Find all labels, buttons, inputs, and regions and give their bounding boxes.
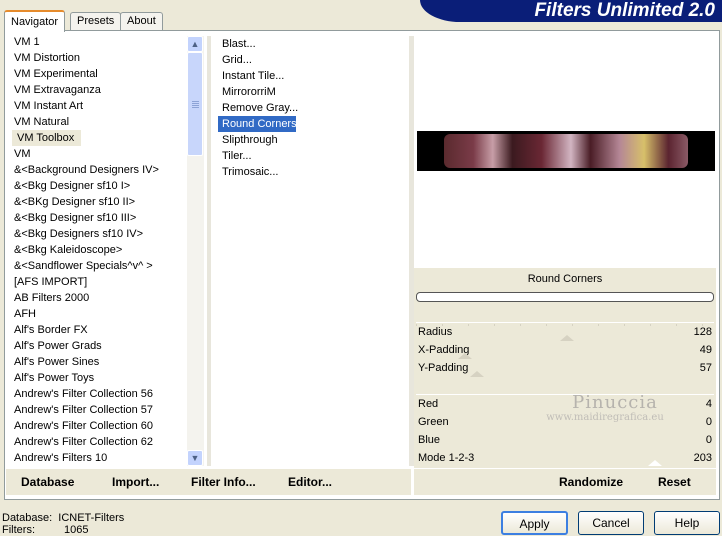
filter-item[interactable]: Grid... [218,52,408,68]
filter-item[interactable]: Instant Tile... [218,68,408,84]
watermark-url: www.maidiregrafica.eu [546,412,664,423]
status-filters: Filters: 1065 [2,524,89,536]
tab-navigator[interactable]: Navigator [4,10,66,32]
category-item[interactable]: VM Experimental [8,66,188,82]
category-item[interactable]: Andrew's Filter Collection 56 [8,386,188,402]
param-blue[interactable]: Blue 0 [416,432,714,448]
category-item[interactable]: VM Extravaganza [8,82,188,98]
radius-slider-knob[interactable] [560,335,574,341]
filter-name-label: Round Corners [527,273,603,285]
category-item[interactable]: VM Toolbox [12,130,81,146]
randomize-button[interactable]: Randomize [559,475,623,489]
cancel-button[interactable]: Cancel [578,511,644,535]
category-item[interactable]: Alf's Power Grads [8,338,188,354]
category-list[interactable]: VM 1 VM Distortion VM Experimental VM Extra… [8,34,188,466]
category-item[interactable]: &<Sandflower Specials^v^ > [8,258,188,274]
filter-item[interactable]: Trimosaic... [218,164,408,180]
category-item[interactable]: Andrew's Filter Collection 57 [8,402,188,418]
editor-button[interactable]: Editor... [288,475,332,489]
category-item[interactable]: VM [8,146,188,162]
category-item[interactable]: [AFS IMPORT] [8,274,188,290]
category-item[interactable]: Alf's Border FX [8,322,188,338]
import-button[interactable]: Import... [112,475,159,489]
category-item[interactable]: &<Bkg Designer sf10 III> [8,210,188,226]
watermark: Pinuccia [572,392,658,413]
tab-presets[interactable]: Presets [70,12,122,30]
category-item[interactable]: &<Bkg Kaleidoscope> [8,242,188,258]
category-item[interactable]: &<Bkg Designer sf10 I> [8,178,188,194]
category-item[interactable]: Andrew's Filter Collection 62 [8,434,188,450]
category-item[interactable]: Alf's Power Toys [8,370,188,386]
param-y-padding[interactable]: Y-Padding 57 [416,360,714,376]
filter-list[interactable]: Blast... Grid... Instant Tile... Mirrororri… [218,36,408,180]
category-item[interactable]: AFH [8,306,188,322]
category-scrollbar[interactable]: ▲ ▼ [187,36,204,466]
filter-item[interactable]: Round Corners [218,116,297,132]
filter-item[interactable]: Blast... [218,36,408,52]
filter-item[interactable]: Remove Gray... [218,100,408,116]
status-database: Database: ICNET-Filters [2,512,125,524]
apply-button[interactable]: Apply [501,511,568,535]
preview-image [444,134,688,168]
progress-bar [416,292,714,302]
category-item[interactable]: VM 1 [8,34,188,50]
scroll-down-icon[interactable]: ▼ [187,450,203,466]
app-title: Filters Unlimited 2.0 [534,0,715,21]
reset-button[interactable]: Reset [658,475,691,489]
help-button[interactable]: Help [654,511,720,535]
filter-info-button[interactable]: Filter Info... [191,475,256,489]
category-item[interactable]: Alf's Power Sines [8,354,188,370]
y-padding-slider-knob[interactable] [470,371,484,377]
category-item[interactable]: AB Filters 2000 [8,290,188,306]
filter-item[interactable]: Slipthrough [218,132,408,148]
category-item[interactable]: Andrew's Filters 10 [8,450,188,466]
filter-item[interactable]: MirrororriM [218,84,408,100]
scroll-thumb[interactable] [187,52,203,156]
database-button[interactable]: Database [21,475,74,489]
param-mode[interactable]: Mode 1-2-3 203 [416,450,714,466]
category-item[interactable]: &<Bkg Designers sf10 IV> [8,226,188,242]
category-item[interactable]: &<BKg Designer sf10 II> [8,194,188,210]
filter-item[interactable]: Tiler... [218,148,408,164]
x-padding-slider-knob[interactable] [458,353,472,359]
category-item[interactable]: Andrew's Filter Collection 60 [8,418,188,434]
tab-about[interactable]: About [120,12,163,30]
scroll-up-icon[interactable]: ▲ [187,36,203,52]
column-divider [207,36,211,466]
category-item[interactable]: VM Natural [8,114,188,130]
category-item[interactable]: VM Instant Art [8,98,188,114]
mode-slider-knob[interactable] [648,460,662,466]
category-item[interactable]: VM Distortion [8,50,188,66]
category-item[interactable]: &<Background Designers IV> [8,162,188,178]
